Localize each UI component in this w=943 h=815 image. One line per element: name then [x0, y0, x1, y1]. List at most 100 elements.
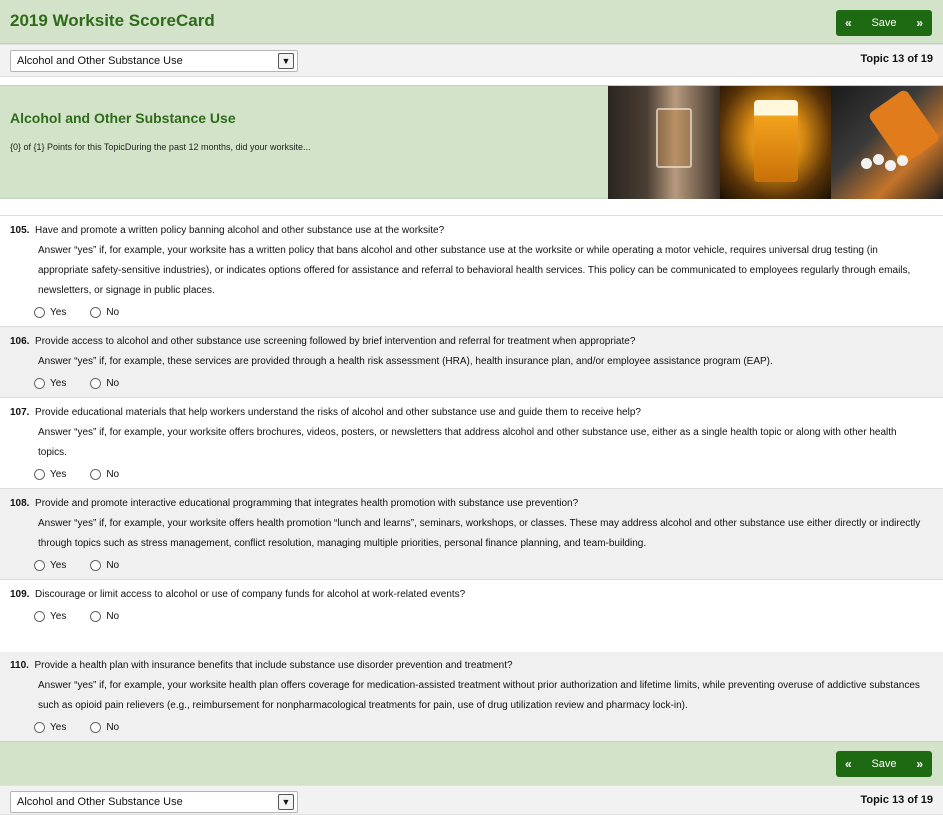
yes-option[interactable]: Yes	[34, 469, 66, 480]
topic-select[interactable]: Alcohol and Other Substance Use ▼	[10, 50, 298, 72]
yes-label[interactable]: Yes	[50, 611, 66, 622]
previous-icon[interactable]: «	[845, 758, 852, 770]
topic-banner: Alcohol and Other Substance Use {0} of {…	[0, 85, 943, 199]
yes-option[interactable]: Yes	[34, 722, 66, 733]
yes-option[interactable]: Yes	[34, 307, 66, 318]
answer-options: Yes No	[34, 722, 143, 733]
no-radio[interactable]	[90, 469, 102, 480]
app-title: 2019 Worksite ScoreCard	[10, 11, 215, 30]
question-106: 106. Provide access to alcohol and other…	[0, 327, 943, 398]
yes-label[interactable]: Yes	[50, 307, 66, 318]
beer-glass-image	[719, 86, 832, 199]
topic-select-bar-bottom: Alcohol and Other Substance Use ▼ Topic …	[0, 785, 943, 815]
question-text: 106. Provide access to alcohol and other…	[10, 332, 635, 352]
topic-counter: Topic 13 of 19	[860, 794, 933, 806]
no-radio[interactable]	[90, 307, 102, 318]
no-label[interactable]: No	[106, 560, 119, 571]
no-option[interactable]: No	[90, 378, 119, 389]
question-label: Have and promote a written policy bannin…	[35, 225, 445, 236]
chevron-down-icon[interactable]: ▼	[278, 794, 294, 810]
question-105: 105. Have and promote a written policy b…	[0, 216, 943, 327]
question-number: 106.	[10, 336, 30, 347]
no-label[interactable]: No	[106, 378, 119, 389]
yes-radio[interactable]	[34, 378, 45, 389]
question-label: Provide educational materials that help …	[35, 407, 641, 418]
question-help-text: Answer “yes” if, for example, your works…	[38, 427, 897, 458]
previous-icon[interactable]: «	[845, 17, 852, 29]
save-label[interactable]: Save	[852, 17, 917, 29]
question-help-text: Answer “yes” if, for example, your works…	[38, 245, 911, 296]
question-help-text: Answer “yes” if, for example, your works…	[38, 518, 921, 549]
no-label[interactable]: No	[106, 611, 119, 622]
question-number: 108.	[10, 498, 30, 509]
no-option[interactable]: No	[90, 722, 119, 733]
topic-image	[608, 86, 943, 199]
topic-select-bar: Alcohol and Other Substance Use ▼ Topic …	[0, 44, 943, 77]
topic-counter: Topic 13 of 19	[860, 53, 933, 65]
answer-options: Yes No	[34, 307, 143, 318]
no-radio[interactable]	[90, 378, 102, 389]
topic-select-value[interactable]: Alcohol and Other Substance Use	[17, 796, 183, 808]
question-list: 105. Have and promote a written policy b…	[0, 215, 943, 742]
yes-radio[interactable]	[34, 307, 45, 318]
yes-label[interactable]: Yes	[50, 722, 66, 733]
save-button-bottom[interactable]: « Save »	[836, 751, 932, 777]
yes-option[interactable]: Yes	[34, 611, 66, 622]
yes-radio[interactable]	[34, 560, 45, 571]
question-number: 110.	[10, 660, 29, 671]
question-help-text: Answer “yes” if, for example, these serv…	[38, 356, 773, 367]
answer-options: Yes No	[34, 378, 143, 389]
no-radio[interactable]	[90, 611, 102, 622]
woman-with-glass-image	[608, 86, 720, 199]
save-label[interactable]: Save	[852, 758, 917, 770]
question-text: 107. Provide educational materials that …	[10, 403, 641, 423]
no-label[interactable]: No	[106, 722, 119, 733]
question-109: 109. Discourage or limit access to alcoh…	[0, 580, 943, 652]
footer-bar: « Save »	[0, 741, 943, 785]
question-110: 110. Provide a health plan with insuranc…	[0, 652, 943, 742]
question-text: 110. Provide a health plan with insuranc…	[10, 656, 513, 676]
yes-radio[interactable]	[34, 469, 45, 480]
no-radio[interactable]	[90, 560, 102, 571]
topic-points-text: {0} of {1} Points for this TopicDuring t…	[10, 142, 311, 152]
question-text: 109. Discourage or limit access to alcoh…	[10, 585, 465, 605]
answer-options: Yes No	[34, 469, 143, 480]
answer-options: Yes No	[34, 560, 143, 571]
no-radio[interactable]	[90, 722, 102, 733]
question-label: Discourage or limit access to alcohol or…	[35, 589, 466, 600]
yes-option[interactable]: Yes	[34, 560, 66, 571]
no-option[interactable]: No	[90, 307, 119, 318]
question-107: 107. Provide educational materials that …	[0, 398, 943, 489]
no-option[interactable]: No	[90, 560, 119, 571]
topic-select-value[interactable]: Alcohol and Other Substance Use	[17, 55, 183, 67]
pill-bottle-image	[831, 86, 943, 199]
question-number: 107.	[10, 407, 30, 418]
yes-radio[interactable]	[34, 722, 45, 733]
no-option[interactable]: No	[90, 611, 119, 622]
question-number: 105.	[10, 225, 30, 236]
question-text: 105. Have and promote a written policy b…	[10, 221, 444, 241]
answer-options: Yes No	[34, 611, 143, 622]
yes-label[interactable]: Yes	[50, 469, 66, 480]
topic-heading: Alcohol and Other Substance Use	[10, 110, 236, 126]
yes-option[interactable]: Yes	[34, 378, 66, 389]
header-bar: 2019 Worksite ScoreCard « Save »	[0, 0, 943, 44]
question-label: Provide a health plan with insurance ben…	[34, 660, 513, 671]
yes-label[interactable]: Yes	[50, 378, 66, 389]
question-help-text: Answer “yes” if, for example, your works…	[38, 680, 920, 711]
yes-radio[interactable]	[34, 611, 45, 622]
no-option[interactable]: No	[90, 469, 119, 480]
topic-select[interactable]: Alcohol and Other Substance Use ▼	[10, 791, 298, 813]
chevron-down-icon[interactable]: ▼	[278, 53, 294, 69]
save-button-top[interactable]: « Save »	[836, 10, 932, 36]
next-icon[interactable]: »	[916, 17, 923, 29]
no-label[interactable]: No	[106, 469, 119, 480]
no-label[interactable]: No	[106, 307, 119, 318]
yes-label[interactable]: Yes	[50, 560, 66, 571]
question-label: Provide access to alcohol and other subs…	[35, 336, 636, 347]
question-label: Provide and promote interactive educatio…	[35, 498, 579, 509]
next-icon[interactable]: »	[916, 758, 923, 770]
question-text: 108. Provide and promote interactive edu…	[10, 494, 578, 514]
question-108: 108. Provide and promote interactive edu…	[0, 489, 943, 580]
question-number: 109.	[10, 589, 30, 600]
